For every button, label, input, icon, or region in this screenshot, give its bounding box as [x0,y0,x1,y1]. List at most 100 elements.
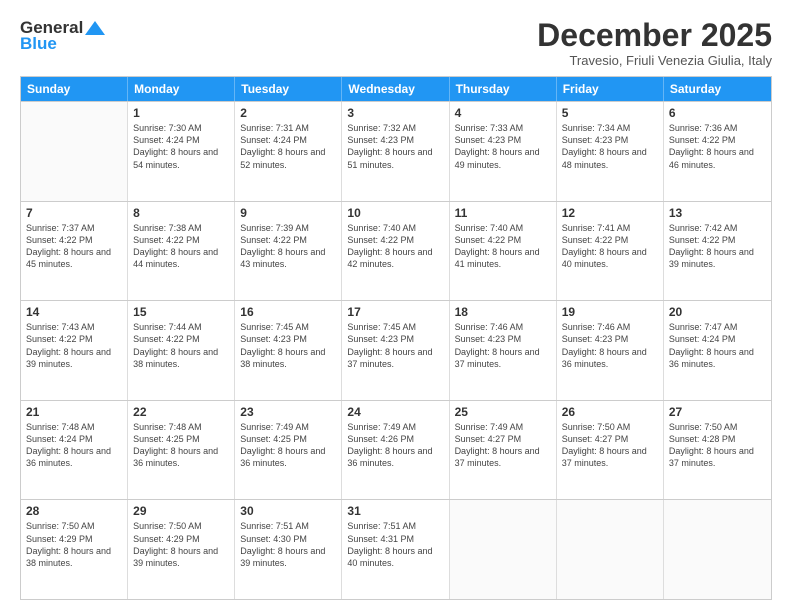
calendar-cell: 12Sunrise: 7:41 AM Sunset: 4:22 PM Dayli… [557,202,664,301]
day-number: 17 [347,305,443,319]
calendar-cell: 2 Sunrise: 7:31 AM Sunset: 4:24 PM Daylig… [235,102,342,201]
day-info: Sunrise: 7:31 AM Sunset: 4:24 PM Dayligh… [240,122,336,171]
calendar-cell: 29 Sunrise: 7:50 AM Sunset: 4:29 PM Dayli… [128,500,235,599]
day-number: 7 [26,206,122,220]
calendar-cell [557,500,664,599]
calendar-cell: 3 Sunrise: 7:32 AM Sunset: 4:23 PM Daylig… [342,102,449,201]
location: Travesio, Friuli Venezia Giulia, Italy [537,53,772,68]
day-number: 26 [562,405,658,419]
calendar-body: 1 Sunrise: 7:30 AM Sunset: 4:24 PM Daylig… [21,101,771,599]
day-number: 18 [455,305,551,319]
day-number: 8 [133,206,229,220]
calendar-cell: 22 Sunrise: 7:48 AM Sunset: 4:25 PM Dayli… [128,401,235,500]
day-number: 22 [133,405,229,419]
calendar-cell: 19 Sunrise: 7:46 AM Sunset: 4:23 PM Dayli… [557,301,664,400]
calendar-header-cell: Sunday [21,77,128,101]
calendar-header-cell: Thursday [450,77,557,101]
day-number: 9 [240,206,336,220]
day-number: 21 [26,405,122,419]
day-info: Sunrise: 7:51 AM Sunset: 4:30 PM Dayligh… [240,520,336,569]
day-number: 29 [133,504,229,518]
calendar-row: 1 Sunrise: 7:30 AM Sunset: 4:24 PM Daylig… [21,101,771,201]
calendar-cell: 27 Sunrise: 7:50 AM Sunset: 4:28 PM Dayli… [664,401,771,500]
calendar-cell [450,500,557,599]
calendar-cell: 21Sunrise: 7:48 AM Sunset: 4:24 PM Dayli… [21,401,128,500]
calendar-header-cell: Friday [557,77,664,101]
day-number: 6 [669,106,766,120]
day-number: 23 [240,405,336,419]
calendar-cell: 17 Sunrise: 7:45 AM Sunset: 4:23 PM Dayli… [342,301,449,400]
day-info: Sunrise: 7:40 AM Sunset: 4:22 PM Dayligh… [347,222,443,271]
day-number: 19 [562,305,658,319]
calendar-header-cell: Saturday [664,77,771,101]
day-number: 3 [347,106,443,120]
day-number: 10 [347,206,443,220]
calendar-cell: 14Sunrise: 7:43 AM Sunset: 4:22 PM Dayli… [21,301,128,400]
day-number: 30 [240,504,336,518]
day-info: Sunrise: 7:48 AM Sunset: 4:25 PM Dayligh… [133,421,229,470]
day-info: Sunrise: 7:30 AM Sunset: 4:24 PM Dayligh… [133,122,229,171]
calendar: SundayMondayTuesdayWednesdayThursdayFrid… [20,76,772,600]
day-number: 11 [455,206,551,220]
calendar-cell: 11 Sunrise: 7:40 AM Sunset: 4:22 PM Dayli… [450,202,557,301]
day-info: Sunrise: 7:33 AM Sunset: 4:23 PM Dayligh… [455,122,551,171]
day-info: Sunrise: 7:50 AM Sunset: 4:28 PM Dayligh… [669,421,766,470]
day-number: 1 [133,106,229,120]
calendar-cell: 16 Sunrise: 7:45 AM Sunset: 4:23 PM Dayli… [235,301,342,400]
header: General Blue December 2025 Travesio, Fri… [20,18,772,68]
day-info: Sunrise: 7:51 AM Sunset: 4:31 PM Dayligh… [347,520,443,569]
day-info: Sunrise: 7:45 AM Sunset: 4:23 PM Dayligh… [347,321,443,370]
month-title: December 2025 [537,18,772,53]
day-info: Sunrise: 7:34 AM Sunset: 4:23 PM Dayligh… [562,122,658,171]
day-info: Sunrise: 7:49 AM Sunset: 4:26 PM Dayligh… [347,421,443,470]
calendar-cell: 30 Sunrise: 7:51 AM Sunset: 4:30 PM Dayli… [235,500,342,599]
logo-blue: Blue [20,34,57,54]
calendar-header-cell: Tuesday [235,77,342,101]
day-number: 13 [669,206,766,220]
day-number: 20 [669,305,766,319]
day-info: Sunrise: 7:46 AM Sunset: 4:23 PM Dayligh… [562,321,658,370]
calendar-cell: 31 Sunrise: 7:51 AM Sunset: 4:31 PM Dayli… [342,500,449,599]
day-number: 24 [347,405,443,419]
calendar-cell: 1 Sunrise: 7:30 AM Sunset: 4:24 PM Daylig… [128,102,235,201]
calendar-cell: 18 Sunrise: 7:46 AM Sunset: 4:23 PM Dayli… [450,301,557,400]
day-number: 28 [26,504,122,518]
calendar-cell: 8Sunrise: 7:38 AM Sunset: 4:22 PM Daylig… [128,202,235,301]
day-info: Sunrise: 7:37 AM Sunset: 4:22 PM Dayligh… [26,222,122,271]
calendar-cell: 5 Sunrise: 7:34 AM Sunset: 4:23 PM Daylig… [557,102,664,201]
day-info: Sunrise: 7:50 AM Sunset: 4:27 PM Dayligh… [562,421,658,470]
calendar-row: 21Sunrise: 7:48 AM Sunset: 4:24 PM Dayli… [21,400,771,500]
day-info: Sunrise: 7:41 AM Sunset: 4:22 PM Dayligh… [562,222,658,271]
calendar-row: 14Sunrise: 7:43 AM Sunset: 4:22 PM Dayli… [21,300,771,400]
day-number: 15 [133,305,229,319]
calendar-cell: 23 Sunrise: 7:49 AM Sunset: 4:25 PM Dayli… [235,401,342,500]
calendar-cell: 6 Sunrise: 7:36 AM Sunset: 4:22 PM Daylig… [664,102,771,201]
calendar-cell: 28 Sunrise: 7:50 AM Sunset: 4:29 PM Dayli… [21,500,128,599]
day-info: Sunrise: 7:50 AM Sunset: 4:29 PM Dayligh… [26,520,122,569]
calendar-cell: 9 Sunrise: 7:39 AM Sunset: 4:22 PM Daylig… [235,202,342,301]
logo-icon [85,19,105,37]
day-info: Sunrise: 7:49 AM Sunset: 4:25 PM Dayligh… [240,421,336,470]
page: General Blue December 2025 Travesio, Fri… [0,0,792,612]
day-number: 2 [240,106,336,120]
calendar-cell [21,102,128,201]
day-info: Sunrise: 7:32 AM Sunset: 4:23 PM Dayligh… [347,122,443,171]
calendar-cell: 7 Sunrise: 7:37 AM Sunset: 4:22 PM Daylig… [21,202,128,301]
calendar-cell: 10 Sunrise: 7:40 AM Sunset: 4:22 PM Dayli… [342,202,449,301]
day-number: 27 [669,405,766,419]
day-info: Sunrise: 7:42 AM Sunset: 4:22 PM Dayligh… [669,222,766,271]
calendar-cell: 13 Sunrise: 7:42 AM Sunset: 4:22 PM Dayli… [664,202,771,301]
calendar-cell: 15Sunrise: 7:44 AM Sunset: 4:22 PM Dayli… [128,301,235,400]
calendar-header-cell: Monday [128,77,235,101]
day-info: Sunrise: 7:36 AM Sunset: 4:22 PM Dayligh… [669,122,766,171]
day-number: 5 [562,106,658,120]
day-info: Sunrise: 7:45 AM Sunset: 4:23 PM Dayligh… [240,321,336,370]
day-info: Sunrise: 7:40 AM Sunset: 4:22 PM Dayligh… [455,222,551,271]
day-number: 16 [240,305,336,319]
day-number: 31 [347,504,443,518]
day-info: Sunrise: 7:46 AM Sunset: 4:23 PM Dayligh… [455,321,551,370]
day-info: Sunrise: 7:50 AM Sunset: 4:29 PM Dayligh… [133,520,229,569]
day-info: Sunrise: 7:43 AM Sunset: 4:22 PM Dayligh… [26,321,122,370]
day-info: Sunrise: 7:39 AM Sunset: 4:22 PM Dayligh… [240,222,336,271]
title-block: December 2025 Travesio, Friuli Venezia G… [537,18,772,68]
